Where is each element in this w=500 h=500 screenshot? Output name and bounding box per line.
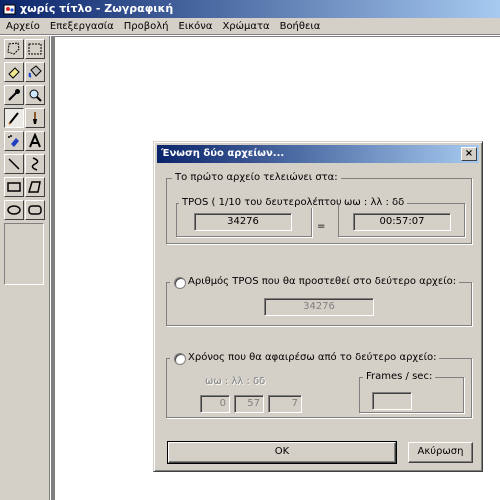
menu-view[interactable]: Προβολή [120,21,175,32]
free-select-icon [7,42,20,55]
first-file-time-field[interactable]: 00:57:07 [353,213,451,231]
toolbox [0,36,50,500]
tpos-add-field[interactable]: 34276 [264,298,374,316]
line-icon [8,158,20,170]
text-tool[interactable] [25,131,45,151]
equals-label: = [317,221,326,232]
fill-tool[interactable] [25,62,45,82]
curve-icon [31,157,39,171]
first-file-tpos-field[interactable]: 34276 [194,213,292,231]
merge-files-dialog: Ένωση δύο αρχείων... × Το πρώτο αρχείο τ… [153,141,483,472]
fps-group: Frames / sec: [359,371,464,413]
time-legend: ωω : λλ : δδ [341,197,408,208]
rounded-rect-icon [28,205,42,215]
time-subtract-group: Χρόνος που θα αφαιρέσω από το δεύτερο αρ… [166,352,472,418]
first-file-end-legend: Το πρώτο αρχείο τελειώνει στα: [172,172,341,183]
menu-bar: Αρχείο Επεξεργασία Προβολή Εικόνα Χρώματ… [0,18,500,35]
tpos-add-radio[interactable] [174,277,186,289]
menu-help[interactable]: Βοήθεια [276,21,327,32]
pencil-icon [8,112,19,125]
rect-select-icon [28,43,42,55]
fill-icon [28,65,42,78]
time-subtract-radio[interactable] [174,353,186,365]
menu-colors[interactable]: Χρώματα [218,21,275,32]
text-icon [29,133,41,148]
airbrush-icon [8,135,19,147]
rounded-rect-tool[interactable] [25,200,45,220]
curve-tool[interactable] [25,154,45,174]
first-file-time-group: ωω : λλ : δδ 00:57:07 [338,197,465,237]
rectangle-icon [7,182,21,192]
rect-select-tool[interactable] [25,39,45,59]
magnifier-icon [29,89,42,102]
first-file-end-group: Το πρώτο αρχείο τελειώνει στα: TPOS ( 1/… [166,172,472,244]
close-icon: × [464,148,474,159]
line-tool[interactable] [4,154,24,174]
tool-options-panel[interactable] [4,223,44,285]
color-picker-icon [8,89,20,101]
brush-icon [33,112,37,124]
dialog-title: Ένωση δύο αρχείων... [161,148,285,159]
fps-field[interactable] [372,392,412,410]
cancel-button[interactable]: Ακύρωση [408,442,473,463]
pencil-tool[interactable] [4,108,24,128]
polygon-tool[interactable] [25,177,45,197]
time-subtract-legend: Χρόνος που θα αφαιρέσω από το δεύτερο αρ… [170,352,440,363]
time-subtract-header: ωω : λλ : δδ [205,376,266,387]
menu-file[interactable]: Αρχείο [2,21,46,32]
rectangle-tool[interactable] [4,177,24,197]
tpos-legend: TPOS ( 1/10 του δευτερολέπτου) [179,197,349,208]
free-select-tool[interactable] [4,39,24,59]
eraser-icon [8,67,20,79]
menu-image[interactable]: Εικόνα [175,21,219,32]
ellipse-icon [7,205,21,215]
polygon-icon [27,181,41,193]
ok-button[interactable]: OK [167,441,397,464]
minutes-field[interactable]: 57 [234,395,264,413]
paint-app-icon [3,4,16,15]
magnifier-tool[interactable] [25,85,45,105]
hours-field[interactable]: 0 [200,395,230,413]
fps-legend: Frames / sec: [363,371,436,382]
eraser-tool[interactable] [4,62,24,82]
window-title: χωρίς τίτλο - Ζωγραφική [20,2,174,15]
window-titlebar: χωρίς τίτλο - Ζωγραφική [0,0,500,18]
airbrush-tool[interactable] [4,131,24,151]
tpos-add-legend: Αριθμός TPOS που θα προστεθεί στο δεύτερ… [170,276,460,287]
tpos-add-group: Αριθμός TPOS που θα προστεθεί στο δεύτερ… [166,276,472,326]
menu-edit[interactable]: Επεξεργασία [46,21,120,32]
close-button[interactable]: × [461,147,477,161]
seconds-field[interactable]: 7 [268,395,302,413]
ellipse-tool[interactable] [4,200,24,220]
dialog-titlebar: Ένωση δύο αρχείων... × [157,145,479,163]
color-picker-tool[interactable] [4,85,24,105]
brush-tool[interactable] [25,108,45,128]
tpos-group: TPOS ( 1/10 του δευτερολέπτου) 34276 [176,197,349,237]
